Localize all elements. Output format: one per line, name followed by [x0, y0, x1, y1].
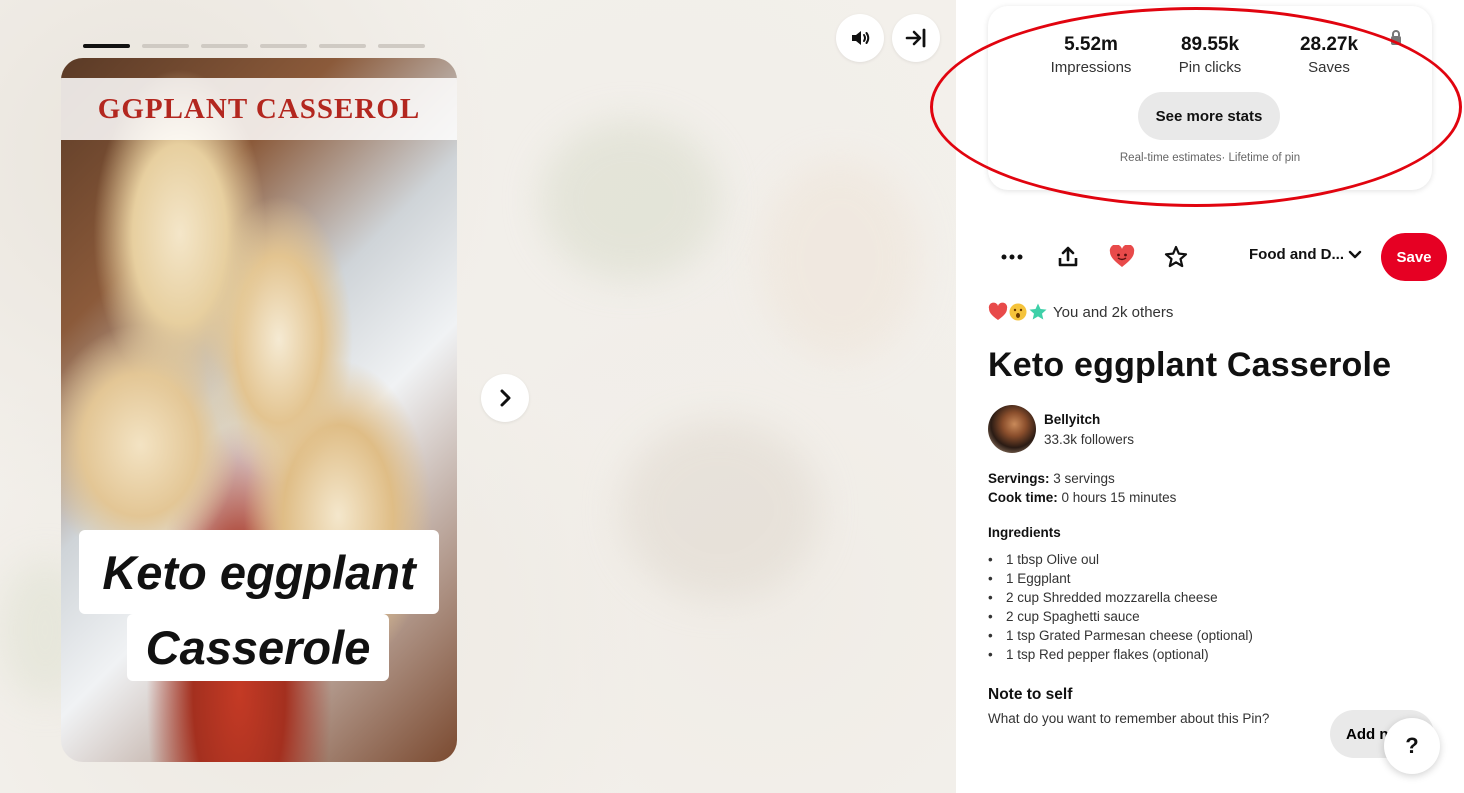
story-banner-text: GGPLANT CASSEROL	[61, 78, 457, 140]
backdrop-blur	[540, 120, 720, 280]
ingredient-text: 2 cup Shredded mozzarella cheese	[1006, 590, 1218, 605]
stats-estimates-note: Real-time estimates· Lifetime of pin	[1119, 152, 1301, 164]
reactions-summary[interactable]: You and 2k others	[988, 302, 1173, 322]
ingredient-text: 1 Eggplant	[1006, 571, 1071, 586]
stat-label: Saves	[1308, 59, 1350, 76]
progress-segment	[83, 44, 130, 48]
chevron-right-icon	[500, 389, 511, 407]
share-icon	[1058, 246, 1078, 267]
collapse-button[interactable]	[892, 14, 940, 62]
ingredient-text: 1 tsp Red pepper flakes (optional)	[1006, 647, 1209, 662]
more-options-button[interactable]	[998, 243, 1026, 271]
board-dropdown[interactable]: Food and D...	[1249, 246, 1362, 263]
sound-toggle-button[interactable]	[836, 14, 884, 62]
heart-icon	[1109, 245, 1135, 267]
help-button[interactable]: ?	[1384, 718, 1440, 774]
note-prompt: What do you want to remember about this …	[988, 711, 1270, 726]
pin-stats-card: 5.52m Impressions 89.55k Pin clicks 28.2…	[988, 6, 1432, 190]
cook-time-row: Cook time: 0 hours 15 minutes	[988, 490, 1176, 505]
backdrop-blur	[760, 160, 920, 360]
chevron-down-icon	[1348, 250, 1362, 258]
servings-row: Servings: 3 servings	[988, 471, 1115, 486]
story-caption-line1: Keto eggplant	[79, 530, 439, 614]
avatar[interactable]	[988, 405, 1036, 453]
pin-details-panel: 5.52m Impressions 89.55k Pin clicks 28.2…	[956, 0, 1464, 793]
stat-saves: 28.27k Saves	[1269, 34, 1389, 76]
favorite-button[interactable]	[1162, 243, 1190, 271]
list-item: • 2 cup Shredded mozzarella cheese	[988, 590, 1253, 609]
progress-segment	[378, 44, 425, 48]
star-icon	[1164, 245, 1188, 268]
reactions-text: You and 2k others	[1053, 303, 1174, 321]
see-more-stats-button[interactable]: See more stats	[1138, 92, 1280, 140]
stat-label: Pin clicks	[1178, 59, 1242, 76]
heart-reaction-icon	[988, 302, 1008, 320]
more-dots-icon	[1001, 254, 1023, 260]
ingredient-text: 1 tbsp Olive oul	[1006, 552, 1100, 567]
speaker-icon	[852, 31, 870, 45]
story-pin-image[interactable]: GGPLANT CASSEROL Keto eggplant Casserole	[61, 58, 457, 762]
servings-value: 3 servings	[1049, 471, 1115, 486]
star-reaction-icon	[1029, 303, 1047, 320]
list-item: • 1 Eggplant	[988, 571, 1253, 590]
list-item: • 1 tsp Red pepper flakes (optional)	[988, 647, 1253, 666]
stat-value: 89.55k	[1180, 34, 1240, 55]
react-button[interactable]	[1108, 243, 1136, 271]
stat-label: Impressions	[1050, 59, 1132, 76]
save-button[interactable]: Save	[1381, 233, 1447, 281]
creator-followers: 33.3k followers	[1044, 432, 1135, 447]
board-name: Food and D...	[1249, 246, 1344, 263]
progress-segment	[142, 44, 189, 48]
creator-name[interactable]: Bellyitch	[1044, 412, 1100, 427]
list-item: • 1 tbsp Olive oul	[988, 552, 1253, 571]
cook-time-value: 0 hours 15 minutes	[1057, 490, 1177, 505]
story-caption-line2: Casserole	[127, 614, 389, 681]
story-viewer-backdrop: GGPLANT CASSEROL Keto eggplant Casserole	[0, 0, 956, 793]
share-button[interactable]	[1054, 243, 1082, 271]
collapse-right-icon	[905, 28, 926, 48]
pin-title: Keto eggplant Casserole	[988, 346, 1392, 384]
list-item: • 1 tsp Grated Parmesan cheese (optional)	[988, 628, 1253, 647]
progress-segment	[319, 44, 366, 48]
cook-time-label: Cook time:	[988, 490, 1058, 505]
lock-icon	[1391, 30, 1401, 45]
ingredients-heading: Ingredients	[988, 525, 1061, 540]
note-heading: Note to self	[988, 686, 1073, 703]
stat-impressions: 5.52m Impressions	[1031, 34, 1151, 76]
ingredients-list: • 1 tbsp Olive oul • 1 Eggplant • 2 cup Shr…	[988, 552, 1253, 666]
backdrop-blur	[620, 420, 820, 600]
ingredient-text: 2 cup Spaghetti sauce	[1006, 609, 1140, 624]
ingredient-text: 1 tsp Grated Parmesan cheese (optional)	[1006, 628, 1253, 643]
list-item: • 2 cup Spaghetti sauce	[988, 609, 1253, 628]
story-progress	[83, 44, 425, 48]
wow-reaction-icon	[1009, 303, 1027, 321]
progress-segment	[201, 44, 248, 48]
servings-label: Servings:	[988, 471, 1050, 486]
stat-pin-clicks: 89.55k Pin clicks	[1150, 34, 1270, 76]
stat-value: 28.27k	[1299, 34, 1359, 55]
progress-segment	[260, 44, 307, 48]
stat-value: 5.52m	[1064, 34, 1118, 55]
next-page-button[interactable]	[481, 374, 529, 422]
